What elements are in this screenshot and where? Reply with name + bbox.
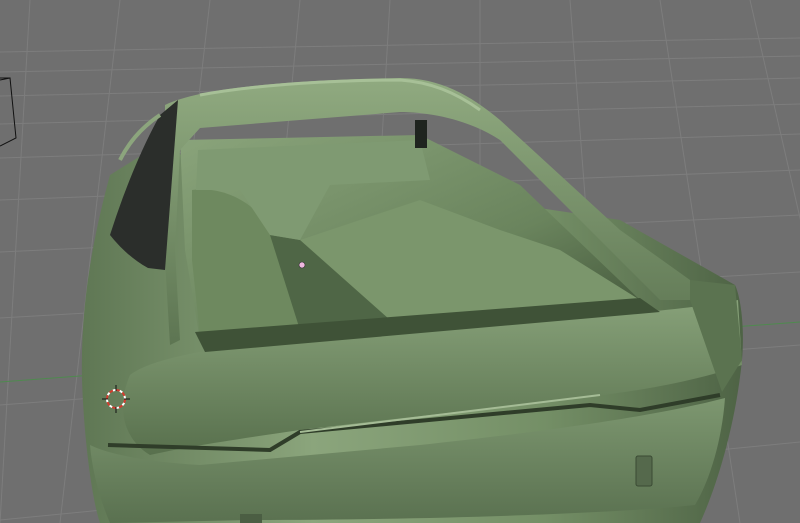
object-origin-dot[interactable]	[298, 261, 306, 269]
3d-viewport[interactable]	[0, 0, 800, 523]
viewport-canvas[interactable]	[0, 0, 800, 523]
camera-object-icon[interactable]	[0, 77, 17, 147]
tow-hook-slot	[635, 455, 653, 487]
car-model[interactable]	[81, 78, 743, 523]
bottom-vent	[240, 514, 262, 523]
b-pillar	[415, 120, 427, 148]
